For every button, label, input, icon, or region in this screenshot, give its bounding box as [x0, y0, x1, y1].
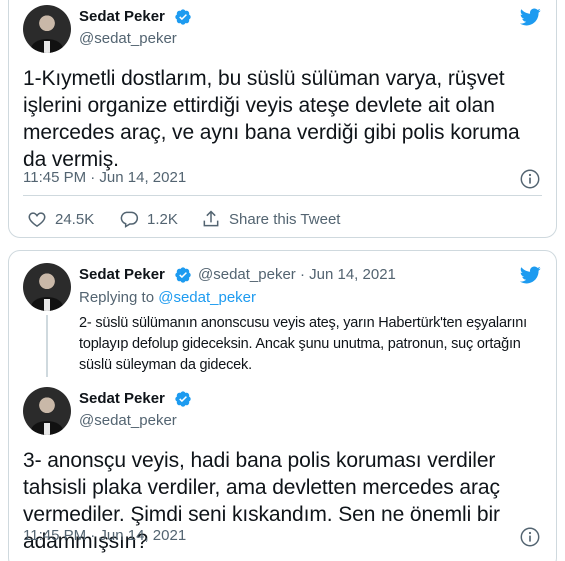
- replying-to: Replying to @sedat_peker: [79, 289, 256, 306]
- divider: [23, 195, 542, 196]
- replying-prefix: Replying to: [79, 289, 155, 306]
- share-icon: [203, 210, 219, 227]
- heart-icon: [28, 212, 46, 227]
- verified-badge-icon: [175, 9, 191, 25]
- avatar[interactable]: [23, 387, 71, 435]
- info-icon[interactable]: [519, 526, 541, 548]
- author-name[interactable]: Sedat Peker: [79, 8, 165, 25]
- avatar[interactable]: [23, 5, 71, 53]
- replying-to-link[interactable]: @sedat_peker: [158, 289, 256, 306]
- quoted-handle-date[interactable]: @sedat_peker · Jun 14, 2021: [198, 266, 396, 283]
- twitter-bird-icon[interactable]: [517, 264, 543, 286]
- tweet-timestamp[interactable]: 11:45 PM · Jun 14, 2021: [23, 527, 186, 544]
- share-button[interactable]: Share this Tweet: [201, 209, 340, 229]
- author-handle[interactable]: @sedat_peker: [198, 266, 296, 283]
- tweet-card-1: Sedat Peker @sedat_peker 1-Kıymetli dost…: [8, 0, 557, 238]
- like-count: 24.5K: [55, 210, 95, 228]
- author-handle[interactable]: @sedat_peker: [79, 412, 177, 429]
- like-button[interactable]: 24.5K: [27, 209, 94, 229]
- avatar[interactable]: [23, 263, 71, 311]
- quoted-date[interactable]: · Jun 14, 2021: [300, 266, 396, 283]
- author-name[interactable]: Sedat Peker: [79, 390, 165, 407]
- verified-badge-icon: [175, 391, 191, 407]
- thread-line: [46, 315, 48, 377]
- reply-bubble-icon: [120, 211, 139, 228]
- author-handle[interactable]: @sedat_peker: [79, 30, 177, 47]
- author-name[interactable]: Sedat Peker: [79, 266, 165, 283]
- share-label: Share this Tweet: [229, 210, 341, 228]
- info-icon[interactable]: [519, 168, 541, 190]
- reply-button[interactable]: 1.2K: [119, 209, 178, 229]
- quoted-tweet-text: 2- süslü sülümanın anonscusu veyis ateş,…: [79, 315, 527, 373]
- twitter-bird-icon[interactable]: [517, 6, 543, 28]
- verified-badge-icon: [175, 267, 191, 283]
- tweet-timestamp[interactable]: 11:45 PM · Jun 14, 2021: [23, 169, 186, 186]
- reply-count: 1.2K: [147, 210, 178, 228]
- tweet-text: 1-Kıymetli dostlarım, bu süslü sülüman v…: [23, 67, 520, 171]
- tweet-card-2: Sedat Peker @sedat_peker · Jun 14, 2021 …: [8, 250, 557, 561]
